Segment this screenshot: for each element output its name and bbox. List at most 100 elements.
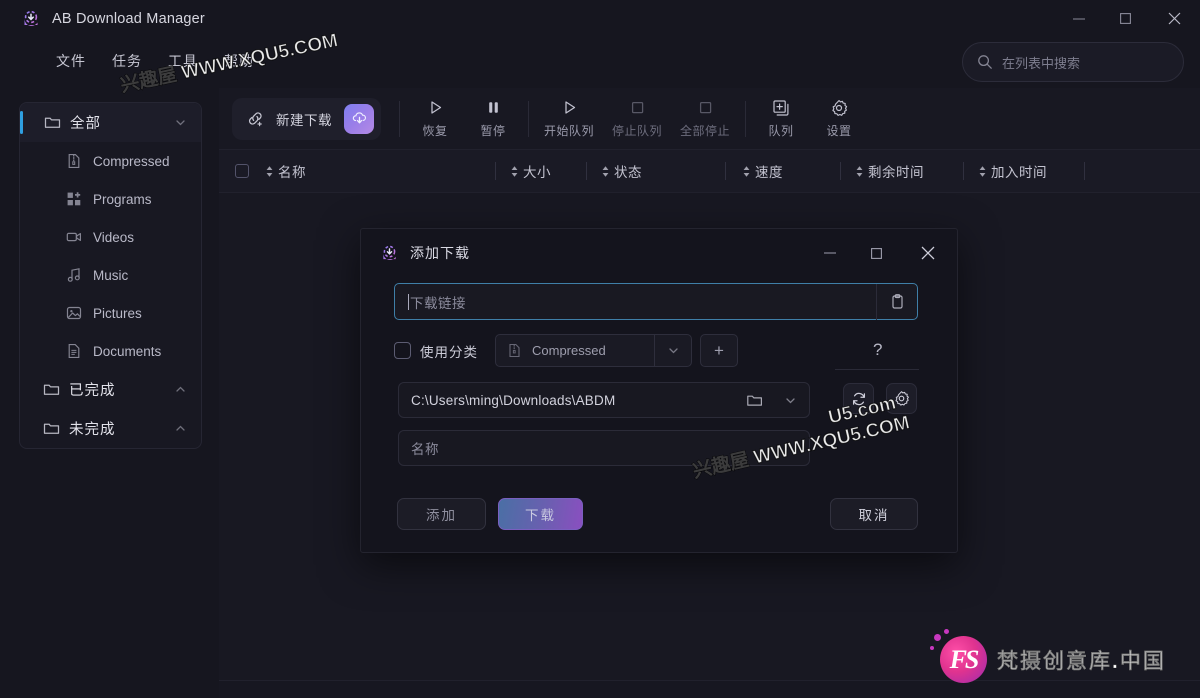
- search-input[interactable]: 在列表中搜索: [962, 42, 1184, 82]
- menu-item-help[interactable]: 帮助: [224, 51, 254, 71]
- dialog-download-button[interactable]: 下载: [498, 498, 583, 530]
- brand-watermark: FS 梵摄创意库.中国: [930, 629, 1166, 683]
- image-icon: [66, 305, 82, 321]
- archive-icon: [507, 343, 522, 358]
- column-header-added-time[interactable]: 加入时间: [964, 149, 1084, 193]
- menu-item-tasks[interactable]: 任务: [112, 51, 142, 71]
- window-maximize-button[interactable]: [1102, 0, 1148, 37]
- column-label-status: 状态: [614, 165, 642, 180]
- dialog-cancel-button[interactable]: 取消: [830, 498, 918, 530]
- select-all-checkbox[interactable]: [219, 164, 265, 178]
- sidebar-label-pictures: Pictures: [93, 305, 142, 321]
- sidebar-label-music: Music: [93, 267, 129, 283]
- dialog-close-button[interactable]: [899, 229, 957, 277]
- column-label-added-time: 加入时间: [991, 165, 1047, 180]
- brand-dot: [930, 646, 934, 650]
- music-icon: [66, 267, 82, 283]
- sort-icon: [855, 165, 864, 178]
- cloud-download-icon[interactable]: [344, 103, 374, 134]
- menu-item-tools[interactable]: 工具: [168, 51, 198, 71]
- sidebar-label-compressed: Compressed: [93, 153, 170, 169]
- sidebar-item-programs[interactable]: Programs: [20, 180, 201, 218]
- clipboard-icon[interactable]: [889, 293, 906, 310]
- toolbar-queue-label: 队列: [768, 124, 794, 138]
- sidebar-item-pictures[interactable]: Pictures: [20, 294, 201, 332]
- column-label-name: 名称: [278, 165, 306, 180]
- category-select[interactable]: Compressed: [495, 334, 692, 367]
- toolbar-stop-all-button[interactable]: 全部停止: [671, 94, 739, 144]
- chevron-down-icon[interactable]: [174, 116, 187, 129]
- search-placeholder: 在列表中搜索: [1002, 55, 1081, 71]
- help-button[interactable]: ?: [873, 340, 882, 360]
- chevron-down-icon[interactable]: [655, 344, 691, 357]
- dialog-settings-button[interactable]: [886, 383, 917, 414]
- stop-square-icon: [697, 98, 714, 117]
- chevron-down-icon[interactable]: [771, 394, 809, 407]
- sidebar-item-videos[interactable]: Videos: [20, 218, 201, 256]
- add-category-button[interactable]: +: [700, 334, 738, 367]
- brand-mark-text: FS: [949, 644, 980, 674]
- folder-icon[interactable]: [737, 392, 771, 409]
- app-download-logo-icon: [22, 10, 40, 28]
- active-indicator: [20, 111, 23, 134]
- dialog-title: 添加下载: [410, 245, 470, 261]
- brand-logo-icon: FS: [930, 629, 987, 683]
- sidebar-label-documents: Documents: [93, 343, 162, 359]
- chevron-up-icon[interactable]: [174, 422, 187, 435]
- toolbar: 新建下载 恢复 暂停 开始队列 停止队列 全部停止 队列 设置: [219, 88, 1200, 149]
- toolbar-pause-button[interactable]: 暂停: [464, 94, 522, 144]
- toolbar-queue-button[interactable]: 队列: [752, 94, 810, 144]
- sidebar-item-compressed[interactable]: Compressed: [20, 142, 201, 180]
- column-header-speed[interactable]: 速度: [726, 149, 840, 193]
- download-name-input[interactable]: 名称: [398, 430, 810, 466]
- toolbar-stop-queue-button[interactable]: 停止队列: [603, 94, 671, 144]
- toolbar-stop-all-label: 全部停止: [679, 124, 730, 138]
- toolbar-start-queue-button[interactable]: 开始队列: [535, 94, 603, 144]
- use-category-checkbox[interactable]: [394, 342, 411, 359]
- app-download-logo-icon: [381, 245, 398, 262]
- toolbar-pause-label: 暂停: [480, 124, 506, 138]
- column-header-name[interactable]: 名称: [265, 149, 495, 193]
- dialog-divider: [835, 369, 919, 370]
- url-placeholder: 下载链接: [410, 295, 466, 311]
- menu-item-file[interactable]: 文件: [56, 51, 86, 71]
- dialog-add-button[interactable]: 添加: [397, 498, 486, 530]
- sidebar-item-music[interactable]: Music: [20, 256, 201, 294]
- column-header-status[interactable]: 状态: [587, 149, 725, 193]
- chevron-up-icon[interactable]: [174, 383, 187, 396]
- sidebar-item-completed[interactable]: 已完成: [20, 370, 201, 409]
- sidebar-label-completed: 已完成: [69, 383, 116, 399]
- toolbar-resume-button[interactable]: 恢复: [406, 94, 464, 144]
- dialog-maximize-button[interactable]: [853, 229, 899, 277]
- sidebar: 全部 Compressed Programs Videos Music Pict…: [0, 88, 219, 698]
- search-icon: [977, 54, 993, 70]
- column-header-size[interactable]: 大小: [496, 149, 586, 193]
- sidebar-item-documents[interactable]: Documents: [20, 332, 201, 370]
- sort-icon: [510, 165, 519, 178]
- column-divider[interactable]: [1084, 162, 1085, 180]
- window-controls: [1056, 0, 1200, 37]
- toolbar-settings-button[interactable]: 设置: [810, 94, 868, 144]
- refresh-button[interactable]: [843, 383, 874, 414]
- archive-icon: [66, 153, 82, 169]
- application-window: AB Download Manager 文件 任务 工具 帮助 在列表中搜索 全…: [0, 0, 1200, 698]
- column-label-size: 大小: [523, 165, 551, 180]
- play-icon: [427, 98, 444, 117]
- column-header-remaining-time[interactable]: 剩余时间: [841, 149, 963, 193]
- download-path-input[interactable]: C:\Users\ming\Downloads\ABDM: [398, 382, 810, 418]
- use-category-label: 使用分类: [420, 344, 478, 360]
- dialog-minimize-button[interactable]: [807, 229, 853, 277]
- download-path-value: C:\Users\ming\Downloads\ABDM: [411, 392, 616, 408]
- toolbar-resume-label: 恢复: [422, 124, 448, 138]
- folder-icon: [43, 381, 60, 398]
- category-selected-value: Compressed: [532, 343, 606, 358]
- new-download-button[interactable]: 新建下载: [232, 97, 381, 140]
- sidebar-label-videos: Videos: [93, 229, 135, 245]
- sidebar-item-unfinished[interactable]: 未完成: [20, 409, 201, 448]
- window-minimize-button[interactable]: [1056, 0, 1102, 37]
- sidebar-item-all[interactable]: 全部: [20, 103, 201, 142]
- download-url-input[interactable]: 下载链接: [394, 283, 918, 320]
- sidebar-label-unfinished: 未完成: [69, 422, 116, 438]
- brand-name-text: 梵摄创意库.中国: [997, 649, 1166, 673]
- window-close-button[interactable]: [1148, 0, 1200, 37]
